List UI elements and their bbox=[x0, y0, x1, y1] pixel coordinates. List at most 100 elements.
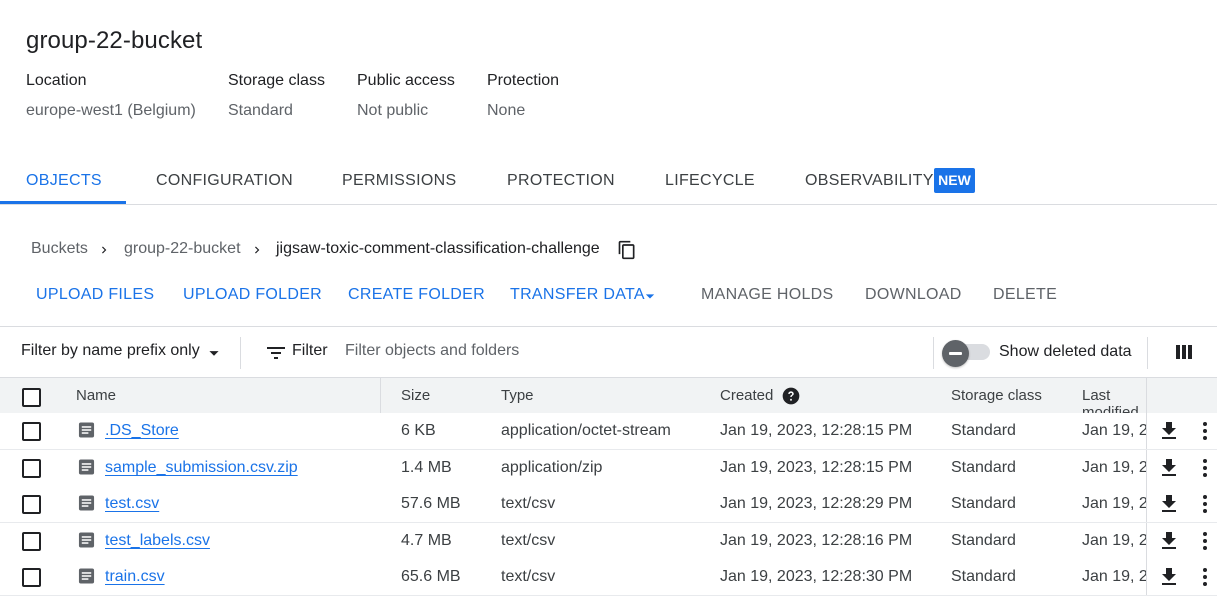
chevron-right-icon bbox=[255, 246, 260, 254]
filter-input[interactable]: Filter objects and folders bbox=[345, 342, 519, 360]
show-deleted-label: Show deleted data bbox=[999, 343, 1132, 360]
actions-column-header bbox=[1146, 378, 1217, 413]
table-row[interactable]: test.csv 57.6 MB text/csv Jan 19, 2023, 12:… bbox=[0, 486, 1217, 523]
view-column-icon[interactable] bbox=[1172, 340, 1196, 364]
download-icon[interactable] bbox=[1157, 565, 1181, 589]
breadcrumb-buckets[interactable]: Buckets bbox=[31, 240, 88, 258]
column-divider[interactable] bbox=[380, 378, 381, 414]
download-icon[interactable] bbox=[1157, 456, 1181, 480]
tab-observability[interactable]: OBSERVABILITY bbox=[805, 172, 934, 190]
public-access-label: Public access bbox=[357, 72, 455, 89]
object-storage-class: Standard bbox=[951, 495, 1016, 512]
storage-class-value: Standard bbox=[228, 102, 293, 119]
more-vert-icon[interactable] bbox=[1193, 565, 1217, 589]
object-created: Jan 19, 2023, 12:28:29 PM bbox=[720, 495, 913, 512]
column-header-storage-class[interactable]: Storage class bbox=[951, 387, 1042, 404]
tab-bar: OBJECTS CONFIGURATION PERMISSIONS PROTEC… bbox=[0, 160, 1217, 205]
divider bbox=[240, 337, 241, 369]
object-last-modified: Jan 19, 2023, 12:28:30 PM bbox=[1082, 568, 1148, 585]
download-icon[interactable] bbox=[1157, 492, 1181, 516]
tab-protection[interactable]: PROTECTION bbox=[507, 172, 615, 190]
more-vert-icon[interactable] bbox=[1193, 456, 1217, 480]
file-icon bbox=[78, 422, 95, 438]
help-icon[interactable] bbox=[781, 386, 801, 406]
tab-configuration[interactable]: CONFIGURATION bbox=[156, 172, 293, 190]
object-name-link[interactable]: .DS_Store bbox=[105, 422, 179, 440]
object-size: 57.6 MB bbox=[401, 495, 461, 512]
object-created: Jan 19, 2023, 12:28:16 PM bbox=[720, 532, 913, 549]
create-folder-button[interactable]: CREATE FOLDER bbox=[348, 286, 485, 304]
row-checkbox[interactable] bbox=[22, 495, 41, 514]
table-row[interactable]: test_labels.csv 4.7 MB text/csv Jan 19, 202… bbox=[0, 523, 1217, 560]
object-type: text/csv bbox=[501, 495, 556, 512]
select-all-checkbox[interactable] bbox=[22, 388, 41, 407]
transfer-data-button[interactable]: TRANSFER DATA bbox=[510, 286, 645, 304]
row-checkbox[interactable] bbox=[22, 568, 41, 587]
chevron-right-icon bbox=[102, 246, 107, 254]
row-actions bbox=[1146, 523, 1217, 559]
filter-list-icon bbox=[267, 347, 285, 359]
bucket-title: group-22-bucket bbox=[26, 27, 203, 54]
object-storage-class: Standard bbox=[951, 459, 1016, 476]
object-name-link[interactable]: train.csv bbox=[105, 568, 165, 586]
object-created: Jan 19, 2023, 12:28:15 PM bbox=[720, 422, 913, 439]
object-type: text/csv bbox=[501, 568, 556, 585]
location-label: Location bbox=[26, 72, 87, 89]
object-size: 4.7 MB bbox=[401, 532, 452, 549]
row-actions bbox=[1146, 559, 1217, 595]
object-size: 65.6 MB bbox=[401, 568, 461, 585]
object-last-modified: Jan 19, 2023, 12:28:29 PM bbox=[1082, 495, 1148, 512]
toggle-knob[interactable] bbox=[942, 340, 969, 367]
object-name-link[interactable]: sample_submission.csv.zip bbox=[105, 459, 298, 477]
column-header-type[interactable]: Type bbox=[501, 387, 534, 404]
delete-button[interactable]: DELETE bbox=[993, 286, 1057, 304]
download-icon[interactable] bbox=[1157, 529, 1181, 553]
manage-holds-button[interactable]: MANAGE HOLDS bbox=[701, 286, 834, 304]
object-storage-class: Standard bbox=[951, 568, 1016, 585]
file-icon bbox=[78, 459, 95, 475]
row-checkbox[interactable] bbox=[22, 532, 41, 551]
download-button[interactable]: DOWNLOAD bbox=[865, 286, 962, 304]
column-header-name[interactable]: Name bbox=[76, 387, 116, 404]
object-size: 6 KB bbox=[401, 422, 436, 439]
filter-mode-select[interactable]: Filter by name prefix only bbox=[21, 342, 200, 360]
row-actions bbox=[1146, 450, 1217, 486]
more-vert-icon[interactable] bbox=[1193, 529, 1217, 553]
tab-objects[interactable]: OBJECTS bbox=[26, 172, 102, 190]
tab-permissions[interactable]: PERMISSIONS bbox=[342, 172, 456, 190]
divider bbox=[1147, 337, 1148, 369]
tab-lifecycle[interactable]: LIFECYCLE bbox=[665, 172, 755, 190]
table-row[interactable]: train.csv 65.6 MB text/csv Jan 19, 2023, 12… bbox=[0, 559, 1217, 596]
public-access-value: Not public bbox=[357, 102, 429, 119]
object-name-link[interactable]: test_labels.csv bbox=[105, 532, 210, 550]
object-created: Jan 19, 2023, 12:28:15 PM bbox=[720, 459, 913, 476]
storage-class-label: Storage class bbox=[228, 72, 325, 89]
column-header-size[interactable]: Size bbox=[401, 387, 430, 404]
table-row[interactable]: .DS_Store 6 KB application/octet-stream Jan… bbox=[0, 413, 1217, 450]
row-checkbox[interactable] bbox=[22, 459, 41, 478]
divider bbox=[933, 337, 934, 369]
arrow-drop-down-icon[interactable] bbox=[203, 342, 225, 364]
protection-label: Protection bbox=[487, 72, 560, 89]
row-checkbox[interactable] bbox=[22, 422, 41, 441]
upload-files-button[interactable]: UPLOAD FILES bbox=[36, 286, 154, 304]
object-size: 1.4 MB bbox=[401, 459, 452, 476]
column-header-created[interactable]: Created bbox=[720, 387, 773, 404]
row-actions bbox=[1146, 486, 1217, 522]
copy-icon[interactable] bbox=[617, 240, 637, 260]
more-vert-icon[interactable] bbox=[1193, 419, 1217, 443]
protection-value: None bbox=[487, 102, 526, 119]
filter-label: Filter bbox=[292, 342, 328, 359]
download-icon[interactable] bbox=[1157, 419, 1181, 443]
breadcrumb-current-folder: jigsaw-toxic-comment-classification-chal… bbox=[276, 240, 600, 257]
table-row[interactable]: sample_submission.csv.zip 1.4 MB applicati… bbox=[0, 450, 1217, 487]
object-storage-class: Standard bbox=[951, 532, 1016, 549]
breadcrumb-bucket[interactable]: group-22-bucket bbox=[124, 240, 241, 258]
more-vert-icon[interactable] bbox=[1193, 492, 1217, 516]
upload-folder-button[interactable]: UPLOAD FOLDER bbox=[183, 286, 322, 304]
object-name-link[interactable]: test.csv bbox=[105, 495, 159, 513]
object-last-modified: Jan 19, 2023, 12:28:16 PM bbox=[1082, 532, 1148, 549]
file-icon bbox=[78, 495, 95, 511]
object-created: Jan 19, 2023, 12:28:30 PM bbox=[720, 568, 913, 585]
arrow-drop-down-icon[interactable] bbox=[640, 286, 660, 306]
